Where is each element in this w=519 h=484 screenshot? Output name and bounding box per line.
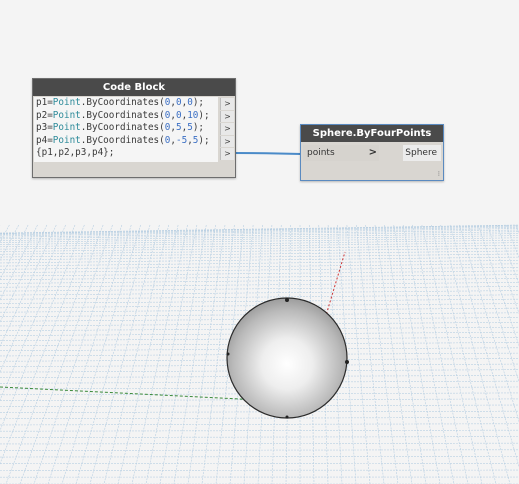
grid-line	[75, 224, 151, 484]
grid-line	[0, 278, 519, 284]
connector-wire[interactable]	[233, 152, 302, 155]
output-port-1[interactable]: >	[220, 98, 234, 110]
code-token: p3=	[36, 122, 53, 133]
code-block-output-ports: > > > > >	[220, 98, 234, 161]
code-token: p1=	[36, 97, 53, 108]
code-line[interactable]: p4=Point.ByCoordinates(0,-5,5);	[36, 135, 218, 148]
grid-line	[0, 224, 76, 401]
grid-line	[0, 250, 519, 258]
code-editor[interactable]: p1=Point.ByCoordinates(0,0,0); p2=Point.B…	[34, 97, 218, 162]
grid-line	[0, 449, 519, 451]
grid-line	[131, 224, 188, 484]
code-token: -5	[175, 134, 188, 146]
sphere-by-four-points-node[interactable]: Sphere.ByFourPoints points > Sphere ⁞	[300, 124, 444, 181]
grid-line	[374, 224, 413, 484]
code-token: );	[198, 109, 210, 121]
point-marker	[285, 415, 289, 419]
points-input-port[interactable]: points >	[303, 145, 379, 161]
grid-line	[393, 224, 441, 484]
grid-line	[0, 429, 519, 432]
code-token: .ByCoordinates(	[80, 134, 165, 146]
sphere-output-port[interactable]: Sphere	[403, 145, 441, 161]
grid-line	[0, 231, 519, 240]
code-token: );	[198, 134, 210, 146]
grid-line	[412, 224, 469, 484]
grid-line	[0, 256, 519, 264]
code-line[interactable]: {p1,p2,p3,p4};	[36, 147, 218, 160]
grid-line	[19, 224, 113, 484]
grid-line	[0, 224, 85, 432]
point-marker	[345, 360, 349, 364]
code-token: p2=	[36, 109, 53, 121]
grid-line	[103, 224, 170, 484]
grid-line	[0, 247, 519, 255]
points-input-label: points	[307, 148, 335, 158]
grid-line	[0, 224, 20, 261]
code-token: Point	[52, 97, 81, 108]
code-token: p4=	[36, 134, 53, 146]
code-token: .ByCoordinates(	[80, 109, 165, 121]
grid-line	[33, 224, 123, 484]
sphere-output-label: Sphere	[405, 148, 437, 158]
grid-line	[0, 233, 519, 241]
code-token: .ByCoordinates(	[80, 97, 165, 108]
grid-line	[0, 442, 519, 445]
code-token: .ByCoordinates(	[80, 122, 165, 133]
grid-line	[0, 298, 519, 304]
code-token: Point	[52, 109, 81, 121]
grid-line	[0, 423, 519, 426]
code-line[interactable]: p2=Point.ByCoordinates(0,0,10);	[36, 110, 218, 123]
code-token: );	[192, 97, 205, 108]
grid-line	[61, 224, 141, 484]
grid-line	[0, 244, 519, 252]
code-line[interactable]: p3=Point.ByCoordinates(0,5,5);	[36, 122, 218, 135]
resize-grip-icon[interactable]: ⁞	[438, 170, 440, 178]
grid-line	[0, 224, 38, 301]
grid-line	[0, 286, 519, 292]
code-block-node[interactable]: Code Block p1=Point.ByCoordinates(0,0,0)…	[32, 78, 236, 178]
point-marker	[285, 298, 289, 302]
grid-line	[117, 224, 179, 484]
output-port-2[interactable]: >	[220, 110, 234, 122]
code-block-title[interactable]: Code Block	[33, 79, 235, 96]
grid-line	[47, 224, 132, 484]
sphere-preview[interactable]	[226, 297, 348, 419]
code-token: Point	[52, 134, 81, 146]
grid-line	[5, 224, 104, 484]
input-arrow-icon: >	[368, 147, 377, 158]
grid-line	[421, 224, 483, 484]
code-token: );	[192, 122, 205, 133]
grid-line	[402, 224, 455, 484]
grid-line	[0, 294, 519, 300]
code-token: {p1,p2,p3,p4};	[36, 147, 115, 158]
grid-line	[0, 436, 519, 438]
grid-line	[0, 253, 519, 261]
output-port-3[interactable]: >	[220, 123, 234, 135]
grid-line	[365, 224, 399, 484]
sphere-node-title[interactable]: Sphere.ByFourPoints	[301, 125, 443, 142]
grid-line	[0, 224, 66, 373]
code-token: 10	[187, 109, 199, 121]
grid-line	[0, 282, 519, 288]
grid-line	[89, 224, 160, 484]
grid-line	[355, 224, 385, 484]
code-line[interactable]: p1=Point.ByCoordinates(0,0,0);	[36, 97, 218, 110]
output-port-4[interactable]: >	[220, 135, 234, 147]
code-token: Point	[52, 122, 81, 133]
output-port-5[interactable]: >	[220, 148, 234, 160]
grid-line	[0, 224, 48, 323]
canvas-3d-background[interactable]	[0, 0, 519, 484]
point-marker	[226, 352, 230, 356]
grid-line	[384, 224, 427, 484]
grid-line	[0, 224, 29, 280]
grid-line	[346, 224, 371, 484]
grid-line	[145, 224, 198, 484]
